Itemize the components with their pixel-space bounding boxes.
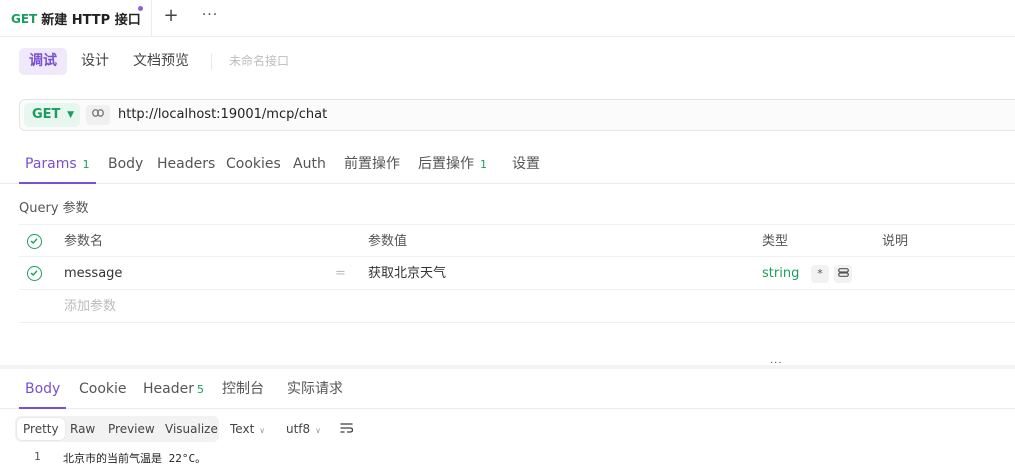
wrap-lines-icon[interactable] xyxy=(340,422,354,438)
col-param-value: 参数值 xyxy=(368,234,408,249)
content-type-select[interactable]: Text ∨ xyxy=(230,416,265,442)
line-number: 1 xyxy=(34,450,41,463)
mode-divider xyxy=(211,54,212,70)
table-row: message = 获取北京天气 string * xyxy=(19,257,1015,290)
link-icon[interactable] xyxy=(834,265,852,283)
res-tab-console[interactable]: 控制台 xyxy=(222,373,264,408)
col-param-desc: 说明 xyxy=(882,234,909,249)
view-raw[interactable]: Raw xyxy=(64,418,101,440)
link-icon[interactable] xyxy=(86,105,110,125)
chevron-down-icon: ∨ xyxy=(315,426,322,435)
select-all-checkbox[interactable] xyxy=(27,234,42,249)
tab-new-http-endpoint[interactable]: GET 新建 HTTP 接口 xyxy=(0,0,152,37)
required-toggle[interactable]: * xyxy=(811,265,829,283)
tab-post-label: 后置操作 xyxy=(418,156,474,172)
mode-doc-preview[interactable]: 文档预览 xyxy=(123,48,199,75)
row-enabled-checkbox[interactable] xyxy=(27,266,42,281)
url-input[interactable]: http://localhost:19001/mcp/chat xyxy=(118,100,327,130)
query-section-title: Query 参数 xyxy=(19,201,89,216)
view-pretty[interactable]: Pretty xyxy=(17,418,65,440)
params-count-badge: 1 xyxy=(82,158,90,171)
app-window: GET 新建 HTTP 接口 + ··· 调试 设计 文档预览 未命名接口 GE… xyxy=(0,0,1015,473)
res-tab-cookie[interactable]: Cookie xyxy=(79,373,127,408)
encoding-value: utf8 xyxy=(286,422,311,436)
tab-title: 新建 HTTP 接口 xyxy=(41,13,141,28)
view-visualize[interactable]: Visualize xyxy=(159,418,224,440)
chevron-down-icon: ∨ xyxy=(259,426,266,435)
request-tabs: Params 1 Body Headers Cookies Auth 前置操作 后… xyxy=(0,148,1015,184)
mode-bar: 调试 设计 文档预览 未命名接口 xyxy=(0,48,1015,76)
format-toolbar: Pretty Raw Preview Visualize Text ∨ utf8 ∨ xyxy=(15,416,1015,442)
tab-params[interactable]: Params 1 xyxy=(19,148,96,184)
tab-method-label: GET xyxy=(11,11,38,26)
tab-cookies[interactable]: Cookies xyxy=(226,148,281,183)
tab-body[interactable]: Body xyxy=(108,148,143,183)
query-params-table: 参数名 参数值 类型 说明 message = 获取北京天气 string * … xyxy=(19,224,1015,323)
post-count-badge: 1 xyxy=(480,158,487,171)
response-text: 北京市的当前气温是 22°C。 xyxy=(63,452,207,465)
tab-params-label: Params xyxy=(25,156,77,172)
response-body-line: 1 北京市的当前气温是 22°C。 xyxy=(0,450,1015,466)
param-value-input[interactable]: 获取北京天气 xyxy=(368,257,446,290)
new-tab-button[interactable]: + xyxy=(160,4,182,28)
col-param-name: 参数名 xyxy=(64,234,104,249)
resizer-handle-icon[interactable]: ··· xyxy=(770,358,783,369)
view-mode-segment: Pretty Raw Preview Visualize xyxy=(15,416,219,442)
equals-sign: = xyxy=(335,266,346,281)
tab-pre-operations[interactable]: 前置操作 xyxy=(344,148,400,183)
method-select[interactable]: GET ▼ xyxy=(24,103,80,127)
panel-resizer[interactable] xyxy=(0,365,1015,369)
method-value: GET xyxy=(32,107,61,122)
tab-post-operations[interactable]: 后置操作 1 xyxy=(418,148,487,183)
res-tab-header-label: Header xyxy=(143,381,194,397)
add-param-input[interactable]: 添加参数 xyxy=(64,290,116,323)
content-type-value: Text xyxy=(230,422,255,436)
header-count-badge: 5 xyxy=(196,383,204,396)
mode-debug[interactable]: 调试 xyxy=(19,48,67,75)
params-header-row: 参数名 参数值 类型 说明 xyxy=(19,224,1015,257)
add-param-row: 添加参数 xyxy=(19,290,1015,323)
encoding-select[interactable]: utf8 ∨ xyxy=(286,416,321,442)
res-tab-header[interactable]: Header 5 xyxy=(143,373,204,408)
tab-settings[interactable]: 设置 xyxy=(512,148,540,183)
unsaved-dot-icon xyxy=(138,6,143,11)
param-name-input[interactable]: message xyxy=(64,257,122,290)
mode-design[interactable]: 设计 xyxy=(71,48,119,75)
more-tabs-button[interactable]: ··· xyxy=(200,3,220,27)
endpoint-name-field[interactable]: 未命名接口 xyxy=(229,48,289,75)
chevron-down-icon: ▼ xyxy=(67,110,74,120)
col-param-type: 类型 xyxy=(762,234,789,249)
res-tab-actual-request[interactable]: 实际请求 xyxy=(287,373,343,408)
tab-auth[interactable]: Auth xyxy=(293,148,326,183)
res-tab-body[interactable]: Body xyxy=(19,373,67,409)
response-tabs: Body Cookie Header 5 控制台 实际请求 xyxy=(0,373,1015,409)
tab-headers[interactable]: Headers xyxy=(157,148,215,183)
param-type-select[interactable]: string xyxy=(762,257,799,290)
view-preview[interactable]: Preview xyxy=(102,418,161,440)
tab-bar: GET 新建 HTTP 接口 + ··· xyxy=(0,0,1015,37)
url-bar: GET ▼ http://localhost:19001/mcp/chat xyxy=(19,99,1015,131)
